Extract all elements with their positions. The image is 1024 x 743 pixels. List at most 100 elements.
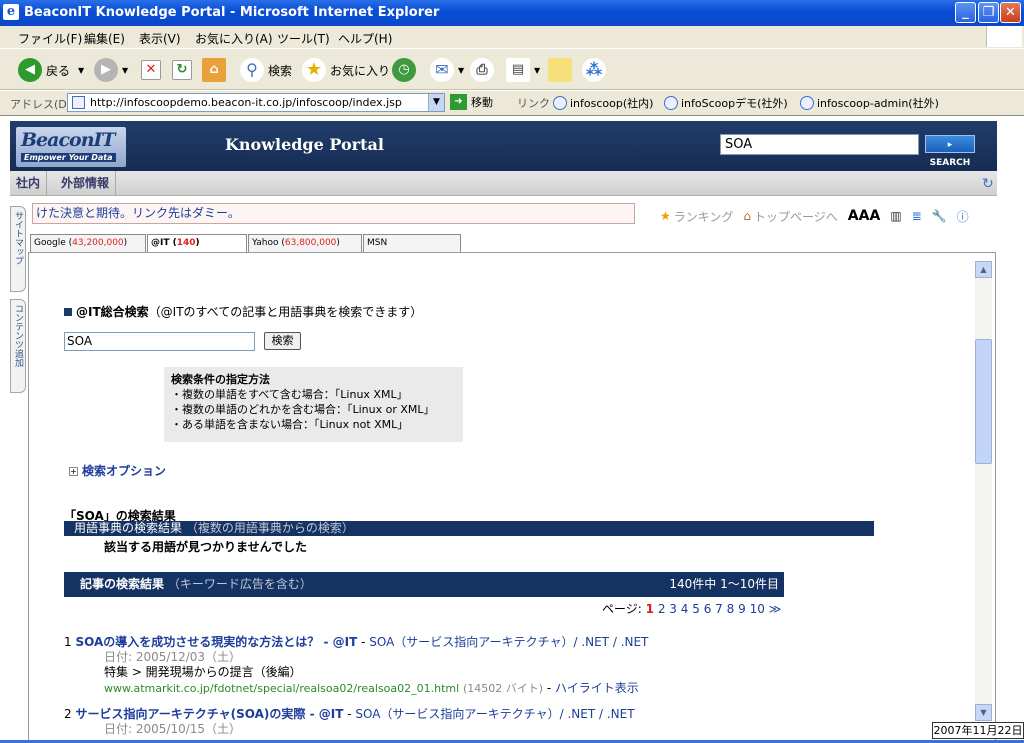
menu-file[interactable]: ファイル(F) [18, 30, 82, 47]
wrench-icon[interactable]: 🔧 [932, 209, 947, 223]
no-terms-message: 該当する用語が見つかりませんでした [104, 540, 308, 554]
atit-search-button[interactable]: 検索 [264, 332, 301, 350]
favorites-button[interactable]: ★ お気に入り [302, 56, 390, 84]
page-viewport: BeaconIT Empower Your Data Knowledge Port… [0, 115, 1024, 743]
address-input[interactable]: http://infoscoopdemo.beacon-it.co.jp/inf… [67, 93, 445, 112]
mail-button[interactable]: ✉ ▼ [430, 56, 464, 84]
chevron-down-icon[interactable]: ▼ [428, 94, 444, 111]
search-results-frame: @IT総合検索（@ITのすべての記事と用語事典を検索できます） SOA 検索 検… [28, 252, 996, 742]
back-button[interactable]: ◀ 戻る ▼ [18, 56, 84, 84]
info-icon[interactable]: ⓘ [957, 208, 969, 225]
window-title: BeaconIT Knowledge Portal - Microsoft In… [24, 5, 440, 20]
tab-atit[interactable]: @IT (140) [147, 234, 247, 253]
search-button[interactable]: ⚲ 検索 [240, 56, 292, 84]
home-icon: ⌂ [743, 209, 752, 223]
notes-button[interactable] [548, 56, 576, 84]
minimize-button[interactable]: _ [955, 2, 976, 23]
address-label: アドレス(D) [10, 98, 72, 111]
tab-msn[interactable]: MSN [363, 234, 461, 252]
page-link[interactable]: 4 [681, 602, 689, 616]
scroll-thumb[interactable] [975, 339, 992, 464]
print-button[interactable]: ⎙ [470, 56, 498, 84]
page-link[interactable]: 7 [715, 602, 723, 616]
menu-help[interactable]: ヘルプ(H) [338, 30, 392, 47]
maximize-button[interactable]: ❐ [978, 2, 999, 23]
page-link[interactable]: 5 [692, 602, 700, 616]
history-icon: ◷ [392, 58, 416, 82]
result-categories[interactable]: SOA（サービス指向アーキテクチャ）/ .NET / .NET [355, 707, 634, 721]
portal-nav: 社内 外部情報 ↻ [10, 171, 997, 196]
expand-icon: + [69, 467, 78, 476]
search-options-link[interactable]: + 検索オプション [69, 462, 166, 479]
edit-button[interactable]: ▤ ▼ [506, 56, 540, 84]
stop-button[interactable]: ✕ [141, 56, 165, 84]
side-tabs: サイトマップ コンテンツ追加 [10, 206, 26, 406]
go-button[interactable]: ➜ 移動 [450, 94, 493, 110]
close-button[interactable]: ✕ [1000, 2, 1021, 23]
next-page-link[interactable]: ≫ [769, 602, 782, 616]
forward-button[interactable]: ▶ ▼ [94, 56, 128, 84]
star-icon: ★ [302, 58, 326, 82]
search-icon: ⚲ [240, 58, 264, 82]
portal-search-input[interactable]: SOA [720, 134, 919, 155]
tab-google[interactable]: Google (43,200,000) [30, 234, 146, 252]
menu-favorites[interactable]: お気に入り(A) [195, 30, 273, 47]
result-categories[interactable]: SOA（サービス指向アーキテクチャ）/ .NET / .NET [369, 635, 648, 649]
links-label: リンク [517, 97, 550, 110]
scroll-up-icon[interactable]: ▲ [975, 261, 992, 278]
scroll-down-icon[interactable]: ▼ [975, 704, 992, 721]
refresh-button[interactable]: ↻ [172, 56, 196, 84]
side-tab-sitemap[interactable]: サイトマップ [10, 206, 26, 292]
side-tab-add-content[interactable]: コンテンツ追加 [10, 299, 26, 393]
page-title: Knowledge Portal [225, 135, 384, 154]
menu-bar: ファイル(F) 編集(E) 表示(V) お気に入り(A) ツール(T) ヘルプ(… [0, 26, 1024, 48]
page-link[interactable]: 8 [727, 602, 735, 616]
menu-view[interactable]: 表示(V) [139, 30, 181, 47]
messenger-button[interactable]: ⁂ [582, 56, 610, 84]
back-arrow-icon: ◀ [18, 58, 42, 82]
refresh-icon[interactable]: ↻ [982, 176, 994, 192]
highlight-link[interactable]: ハイライト表示 [555, 681, 639, 695]
result-url[interactable]: www.atmarkit.co.jp/fdotnet/special/reals… [104, 682, 459, 695]
page-link-current[interactable]: 1 [646, 602, 654, 616]
column-icon[interactable]: ▥ [890, 209, 901, 223]
tree-icon[interactable]: ≣ [912, 209, 922, 223]
nav-tab-internal[interactable]: 社内 [10, 171, 48, 196]
menu-tools[interactable]: ツール(T) [277, 30, 330, 47]
page-link[interactable]: 3 [669, 602, 677, 616]
link-infoscoop-internal[interactable]: infoscoop(社内) [553, 95, 653, 111]
page-link[interactable]: 10 [750, 602, 765, 616]
atit-search-input[interactable]: SOA [64, 332, 255, 351]
search-heading: @IT総合検索（@ITのすべての記事と用語事典を検索できます） [64, 303, 422, 320]
date-display: 2007年11月22日 [932, 722, 1024, 739]
link-infoscoop-admin[interactable]: infoscoop-admin(社外) [800, 95, 939, 111]
article-results-bar: 記事の検索結果 （キーワード広告を含む） 140件中 1〜10件目 [64, 572, 784, 597]
pagination: ページ: 1 2 3 4 5 6 7 8 9 10 ≫ [602, 602, 782, 616]
go-arrow-icon: ➜ [450, 94, 467, 110]
edit-icon: ▤ [506, 58, 530, 82]
vertical-scrollbar[interactable]: ▲ ▼ [975, 261, 992, 721]
stop-icon: ✕ [141, 60, 161, 80]
link-page-icon [800, 96, 814, 110]
home-button[interactable]: ⌂ [202, 56, 230, 84]
result-title-link[interactable]: SOAの導入を成功させる現実的な方法とは？ - @IT [75, 635, 357, 649]
history-button[interactable]: ◷ [392, 56, 420, 84]
top-page-link[interactable]: ⌂ トップページへ [743, 208, 837, 225]
ticker-bar[interactable]: けた決意と期待。リンク先はダミー。 [32, 203, 635, 224]
result-item: 1 SOAの導入を成功させる現実的な方法とは？ - @IT - SOA（サービス… [64, 635, 649, 695]
beaconit-logo[interactable]: BeaconIT Empower Your Data [16, 127, 126, 167]
search-howto-box: 検索条件の指定方法 ・複数の単語をすべて含む場合：「Linux XML」 ・複数… [164, 367, 463, 442]
page-link[interactable]: 2 [658, 602, 666, 616]
result-title-link[interactable]: サービス指向アーキテクチャ(SOA)の実際 - @IT [75, 707, 343, 721]
menu-edit[interactable]: 編集(E) [84, 30, 125, 47]
page-link[interactable]: 9 [738, 602, 746, 616]
portal-search-button[interactable]: ▸ SEARCH [925, 135, 975, 168]
page-link[interactable]: 6 [704, 602, 712, 616]
link-infoscoop-demo[interactable]: infoScoopデモ(社外) [664, 95, 788, 111]
note-icon [548, 58, 572, 82]
link-page-icon [553, 96, 567, 110]
font-size-buttons[interactable]: AAA [848, 208, 881, 224]
ranking-link[interactable]: ★ ランキング [660, 208, 733, 225]
tab-yahoo[interactable]: Yahoo (63,800,000) [248, 234, 362, 252]
nav-tab-external[interactable]: 外部情報 [55, 171, 117, 196]
